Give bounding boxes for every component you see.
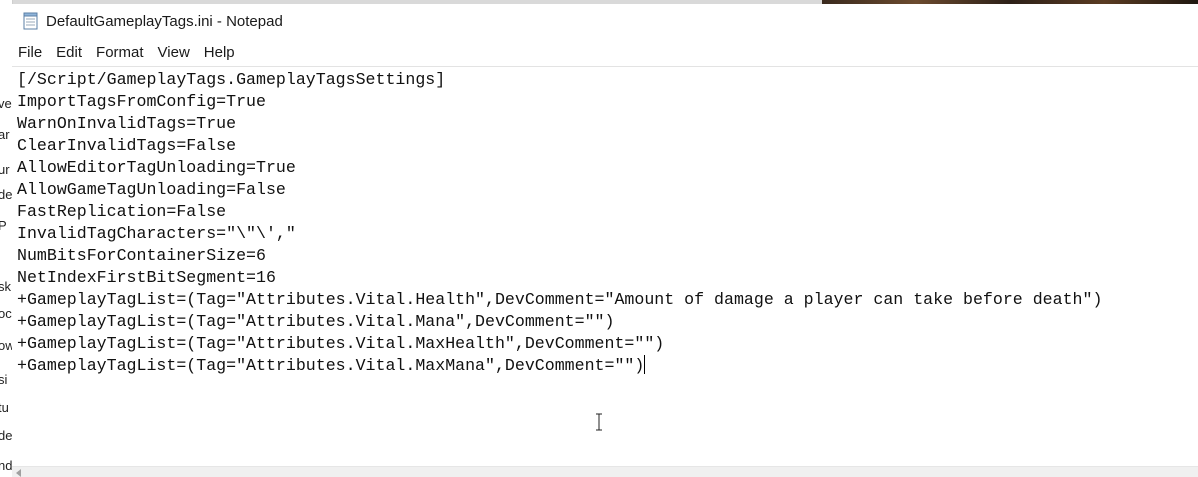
background-text: ur (0, 162, 10, 177)
text-line: +GameplayTagList=(Tag="Attributes.Vital.… (17, 312, 615, 331)
background-text: de (0, 187, 13, 202)
menu-file[interactable]: File (12, 40, 49, 66)
menu-view[interactable]: View (151, 40, 197, 66)
background-text: si (0, 372, 8, 387)
text-caret (644, 355, 646, 374)
menu-format[interactable]: Format (89, 40, 151, 66)
title-bar[interactable]: DefaultGameplayTags.ini - Notepad (12, 4, 1198, 40)
background-text: tu (0, 400, 9, 415)
text-line: ClearInvalidTags=False (17, 136, 237, 155)
text-line: [/Script/GameplayTags.GameplayTagsSettin… (17, 70, 446, 89)
menu-edit[interactable]: Edit (49, 40, 89, 66)
background-text: sk (0, 279, 11, 294)
menu-help[interactable]: Help (197, 40, 242, 66)
text-line-last: +GameplayTagList=(Tag="Attributes.Vital.… (17, 355, 1102, 377)
background-text: de (0, 428, 13, 443)
background-text: oc (0, 306, 12, 321)
notepad-icon (22, 12, 40, 30)
text-line: NumBitsForContainerSize=6 (17, 246, 266, 265)
background-text: ar (0, 127, 10, 142)
ibeam-cursor-icon (595, 413, 603, 431)
background-text: ve (0, 96, 12, 111)
text-line: AllowGameTagUnloading=False (17, 180, 286, 199)
editor-lines: [/Script/GameplayTags.GameplayTagsSettin… (17, 69, 1102, 377)
text-line: +GameplayTagList=(Tag="Attributes.Vital.… (17, 290, 1103, 309)
text-line: +GameplayTagList=(Tag="Attributes.Vital.… (17, 334, 665, 353)
text-line: InvalidTagCharacters="\"\'," (17, 224, 296, 243)
text-line: ImportTagsFromConfig=True (17, 92, 266, 111)
notepad-window: DefaultGameplayTags.ini - Notepad File E… (12, 4, 1198, 477)
text-editor[interactable]: [/Script/GameplayTags.GameplayTagsSettin… (12, 66, 1198, 467)
text-line-content: +GameplayTagList=(Tag="Attributes.Vital.… (17, 356, 645, 375)
background-text: P (0, 218, 7, 233)
text-line: FastReplication=False (17, 202, 227, 221)
text-line: NetIndexFirstBitSegment=16 (17, 268, 276, 287)
background-text: nd (0, 458, 13, 473)
text-line: WarnOnInvalidTags=True (17, 114, 237, 133)
horizontal-scrollbar[interactable] (12, 466, 1198, 477)
text-line: AllowEditorTagUnloading=True (17, 158, 296, 177)
window-title: DefaultGameplayTags.ini - Notepad (46, 13, 283, 30)
menu-bar: File Edit Format View Help (12, 40, 1198, 66)
